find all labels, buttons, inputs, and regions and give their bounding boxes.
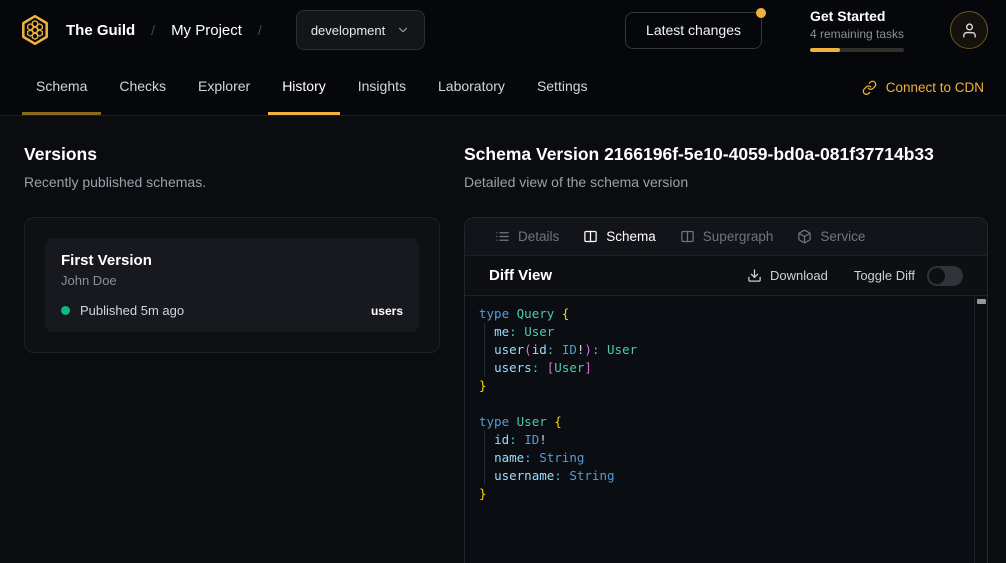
scrollbar-thumb[interactable] (977, 299, 986, 304)
code-line: name: String (479, 449, 963, 467)
nav-tab-history[interactable]: History (268, 60, 340, 115)
box-icon (797, 229, 812, 244)
user-icon (961, 22, 978, 39)
code-line: id: ID! (479, 431, 963, 449)
latest-changes-button[interactable]: Latest changes (625, 12, 762, 49)
detail-tab-label: Supergraph (703, 229, 774, 244)
diff-view-header: Diff View Download Toggle Diff (465, 256, 987, 296)
connect-to-cdn-label: Connect to CDN (886, 80, 984, 95)
version-list-item[interactable]: First Version John Doe Published 5m ago … (45, 238, 419, 332)
code-line: username: String (479, 467, 963, 485)
version-status-row: Published 5m ago users (61, 303, 403, 318)
diff-actions: Download Toggle Diff (747, 266, 963, 286)
get-started-widget[interactable]: Get Started 4 remaining tasks (810, 8, 904, 52)
latest-changes-label: Latest changes (646, 22, 741, 38)
version-author: John Doe (61, 273, 403, 288)
target-selector-dropdown[interactable]: development (296, 10, 425, 50)
main-nav: SchemaChecksExplorerHistoryInsightsLabor… (0, 60, 1006, 116)
notification-dot (756, 8, 766, 18)
schema-version-title: Schema Version 2166196f-5e10-4059-bd0a-0… (464, 144, 988, 165)
version-service-badge: users (371, 304, 403, 318)
get-started-subtitle: 4 remaining tasks (810, 27, 904, 41)
code-scrollbar[interactable] (974, 296, 987, 563)
nav-tab-laboratory[interactable]: Laboratory (424, 60, 519, 115)
link-icon (862, 80, 877, 95)
code-line: } (479, 377, 963, 395)
code-line: me: User (479, 323, 963, 341)
download-label: Download (770, 268, 828, 283)
get-started-title: Get Started (810, 8, 904, 24)
detail-tab-schema[interactable]: Schema (571, 218, 668, 255)
code-line: type User { (479, 413, 963, 431)
version-name: First Version (61, 252, 403, 269)
version-status-text: Published 5m ago (80, 303, 184, 318)
versions-subtitle: Recently published schemas. (24, 174, 440, 190)
code-line: users: [User] (479, 359, 963, 377)
chevron-down-icon (396, 23, 410, 37)
detail-tab-details[interactable]: Details (483, 218, 571, 255)
versions-list-card: First Version John Doe Published 5m ago … (24, 217, 440, 353)
code-lines: type Query { me: User user(id: ID!): Use… (479, 305, 963, 503)
detail-tabs: Details Schema Supergraph Service (465, 218, 987, 256)
versions-title: Versions (24, 144, 440, 165)
code-line: user(id: ID!): User (479, 341, 963, 359)
get-started-progress-bar (810, 48, 904, 52)
breadcrumb-org[interactable]: The Guild (66, 22, 135, 39)
progress-fill (810, 48, 840, 52)
connect-to-cdn-button[interactable]: Connect to CDN (862, 60, 984, 115)
nav-tab-settings[interactable]: Settings (523, 60, 602, 115)
content-area: Versions Recently published schemas. Fir… (0, 116, 1006, 563)
toggle-diff-switch[interactable] (927, 266, 963, 286)
nav-tab-schema[interactable]: Schema (22, 60, 101, 115)
code-block[interactable]: type Query { me: User user(id: ID!): Use… (465, 296, 987, 563)
schema-version-subtitle: Detailed view of the schema version (464, 174, 988, 190)
nav-tab-insights[interactable]: Insights (344, 60, 420, 115)
detail-tab-label: Details (518, 229, 559, 244)
nav-tabs: SchemaChecksExplorerHistoryInsightsLabor… (22, 60, 606, 115)
breadcrumb-project[interactable]: My Project (171, 22, 242, 39)
app-header: The Guild / My Project / development Lat… (0, 0, 1006, 60)
user-avatar[interactable] (950, 11, 988, 49)
versions-panel: Versions Recently published schemas. Fir… (0, 116, 464, 563)
hive-logo[interactable] (18, 13, 52, 47)
schema-detail-card: Details Schema Supergraph Service Diff View… (464, 217, 988, 563)
toggle-knob (929, 268, 945, 284)
columns-icon (583, 229, 598, 244)
nav-tab-checks[interactable]: Checks (105, 60, 180, 115)
code-line (479, 395, 963, 413)
columns-icon (680, 229, 695, 244)
download-button[interactable]: Download (747, 268, 828, 283)
diff-view-title: Diff View (489, 267, 552, 284)
detail-tab-label: Service (820, 229, 865, 244)
download-icon (747, 268, 762, 283)
code-line: type Query { (479, 305, 963, 323)
breadcrumb-separator: / (151, 22, 155, 38)
detail-tab-service[interactable]: Service (785, 218, 877, 255)
hive-logo-icon (18, 13, 52, 47)
breadcrumb-separator: / (258, 22, 262, 38)
schema-version-detail: Schema Version 2166196f-5e10-4059-bd0a-0… (464, 116, 1006, 563)
target-selector-value: development (311, 23, 385, 38)
detail-tab-label: Schema (606, 229, 656, 244)
nav-tab-explorer[interactable]: Explorer (184, 60, 264, 115)
detail-tab-supergraph[interactable]: Supergraph (668, 218, 786, 255)
code-line: } (479, 485, 963, 503)
toggle-diff-group: Toggle Diff (854, 266, 963, 286)
published-status-dot (61, 306, 70, 315)
toggle-diff-label: Toggle Diff (854, 268, 915, 283)
list-icon (495, 229, 510, 244)
